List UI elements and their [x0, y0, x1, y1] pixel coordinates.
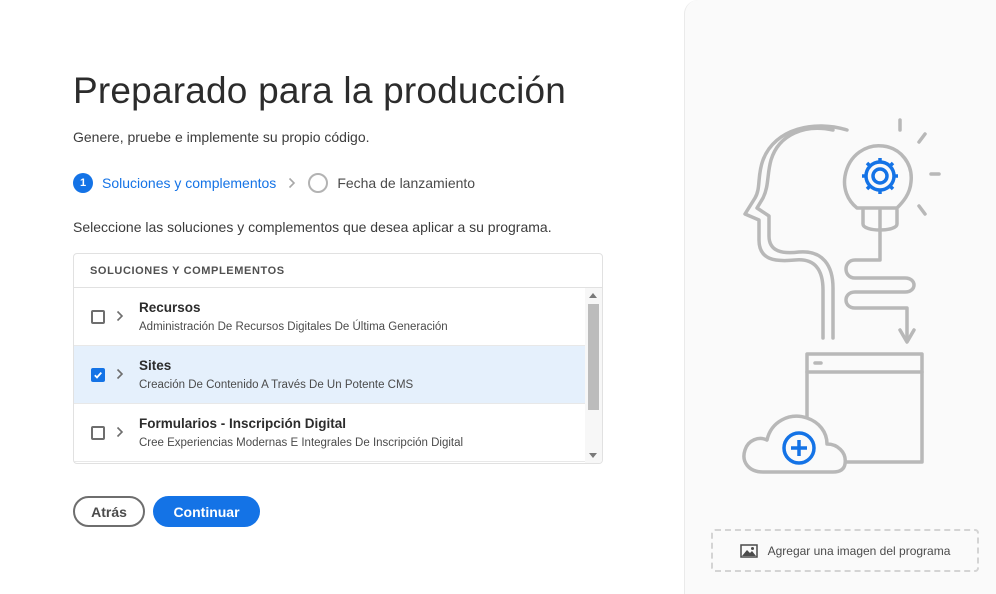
row-text: Recursos Administración De Recursos Digi…: [139, 300, 448, 333]
step-label: Fecha de lanzamiento: [337, 175, 476, 191]
chevron-right-icon: [276, 177, 308, 189]
instruction-text: Seleccione las soluciones y complementos…: [73, 219, 552, 235]
scroll-down-arrow-icon[interactable]: [589, 453, 597, 458]
table-header: SOLUCIONES Y COMPLEMENTOS: [74, 254, 602, 288]
table-rows: Recursos Administración De Recursos Digi…: [74, 288, 586, 463]
chevron-right-icon[interactable]: [115, 367, 125, 381]
table-row[interactable]: Formularios - Inscripción Digital Cree E…: [74, 404, 586, 462]
add-program-image-button[interactable]: Agregar una imagen del programa: [711, 529, 979, 572]
lightbulb-gear-icon: [862, 158, 898, 194]
scroll-up-arrow-icon[interactable]: [589, 293, 597, 298]
table-row[interactable]: Recursos Administración De Recursos Digi…: [74, 288, 586, 346]
image-icon: [739, 543, 758, 558]
row-checkbox[interactable]: [91, 368, 105, 382]
solution-name: Formularios - Inscripción Digital: [139, 416, 347, 431]
row-checkbox[interactable]: [91, 426, 105, 440]
row-text: Formularios - Inscripción Digital Cree E…: [139, 416, 463, 449]
main-content: Preparado para la producción Genere, pru…: [0, 0, 684, 594]
program-image-panel: Agregar una imagen del programa: [684, 0, 996, 594]
add-image-label: Agregar una imagen del programa: [767, 543, 951, 558]
table-row[interactable]: Sites Creación De Contenido A Través De …: [74, 346, 586, 404]
continue-button[interactable]: Continuar: [153, 496, 260, 527]
chevron-right-icon[interactable]: [115, 425, 125, 439]
solution-description: Cree Experiencias Modernas E Integrales …: [139, 437, 464, 449]
step-label: Soluciones y complementos: [102, 175, 277, 191]
page-title: Preparado para la producción: [73, 70, 567, 111]
solution-name: Recursos: [139, 300, 201, 315]
step-launch-date[interactable]: Fecha de lanzamiento: [308, 173, 475, 193]
production-illustration: [742, 118, 941, 474]
scrollbar-thumb[interactable]: [588, 304, 599, 410]
row-checkbox[interactable]: [91, 310, 105, 324]
step-number-badge: 1: [73, 173, 93, 193]
row-text: Sites Creación De Contenido A Través De …: [139, 358, 413, 391]
solution-description: Administración De Recursos Digitales De …: [139, 321, 448, 333]
step-number-badge: [308, 173, 329, 193]
solutions-table: SOLUCIONES Y COMPLEMENTOS Recursos Admin…: [73, 253, 603, 464]
solution-name: Sites: [139, 358, 172, 373]
table-scrollbar[interactable]: [585, 288, 602, 463]
chevron-right-icon[interactable]: [115, 309, 125, 323]
solution-description: Creación De Contenido A Través De Un Pot…: [139, 379, 414, 391]
page-subtitle: Genere, pruebe e implemente su propio có…: [73, 129, 370, 145]
back-button[interactable]: Atrás: [73, 496, 145, 527]
step-solutions[interactable]: 1 Soluciones y complementos: [73, 173, 276, 193]
stepper: 1 Soluciones y complementos Fecha de lan…: [73, 172, 475, 194]
page: Preparado para la producción Genere, pru…: [0, 0, 996, 594]
checkmark-icon: [94, 371, 102, 379]
